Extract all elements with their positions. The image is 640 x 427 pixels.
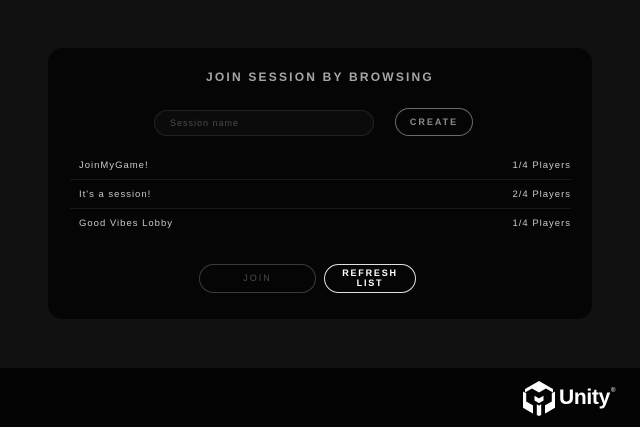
panel-title: JOIN SESSION BY BROWSING (206, 70, 434, 84)
unity-cube-icon (523, 381, 555, 416)
create-button[interactable]: CREATE (395, 108, 473, 136)
refresh-label-line1: REFRESH (342, 268, 398, 278)
session-name-input[interactable] (154, 110, 374, 136)
refresh-label-line2: LIST (356, 278, 384, 288)
session-players: 1/4 Players (512, 218, 571, 229)
session-browser-panel: JOIN SESSION BY BROWSING CREATE JoinMyGa… (48, 48, 592, 319)
registered-mark: ® (611, 388, 616, 394)
session-row[interactable]: Good Vibes Lobby 1/4 Players (70, 209, 571, 238)
session-list: JoinMyGame! 1/4 Players It's a session! … (70, 151, 571, 238)
refresh-list-button[interactable]: REFRESH LIST (324, 264, 416, 293)
session-row[interactable]: JoinMyGame! 1/4 Players (70, 151, 571, 180)
session-name: Good Vibes Lobby (79, 218, 173, 229)
join-button[interactable]: JOIN (199, 264, 316, 293)
unity-wordmark: Unity (559, 386, 611, 409)
session-players: 2/4 Players (512, 189, 571, 200)
session-name: It's a session! (79, 189, 152, 200)
session-players: 1/4 Players (512, 160, 571, 171)
session-name: JoinMyGame! (79, 160, 149, 171)
session-row[interactable]: It's a session! 2/4 Players (70, 180, 571, 209)
unity-logo: Unity ® (522, 378, 615, 418)
